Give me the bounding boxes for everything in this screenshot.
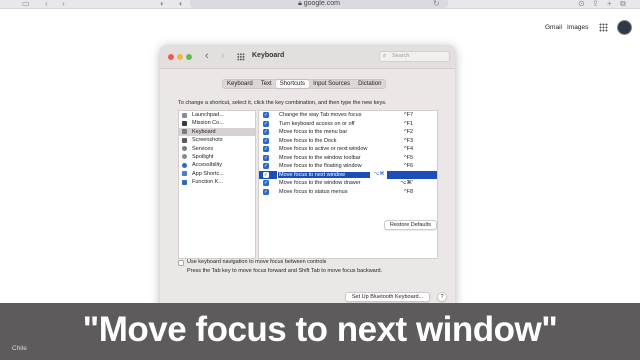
gear-icon bbox=[182, 146, 187, 152]
app-shortcuts-icon bbox=[182, 171, 187, 177]
checkbox-checked-icon[interactable]: ✓ bbox=[263, 163, 269, 170]
back-icon[interactable]: ‹ bbox=[45, 0, 48, 8]
shortcut-row[interactable]: ✓ Move focus to status menus ^F8 bbox=[259, 188, 437, 197]
checkbox-checked-icon[interactable]: ✓ bbox=[263, 154, 269, 161]
checkbox-checked-icon[interactable]: ✓ bbox=[263, 129, 269, 136]
accessibility-icon bbox=[182, 162, 187, 168]
checkbox-checked-icon[interactable]: ✓ bbox=[263, 188, 269, 195]
privacy-icon[interactable]: ◖ bbox=[178, 0, 183, 8]
tab-keyboard[interactable]: Keyboard bbox=[223, 80, 257, 88]
images-link[interactable]: Images bbox=[567, 24, 588, 31]
bluetooth-keyboard-button[interactable]: Set Up Bluetooth Keyboard... bbox=[345, 292, 430, 302]
forward-icon[interactable]: › bbox=[62, 0, 65, 8]
checkbox-checked-icon[interactable]: ✓ bbox=[263, 146, 269, 153]
window-titlebar: ‹ › Keyboard ⌕ Search bbox=[160, 45, 455, 69]
category-screenshots[interactable]: Screenshots bbox=[179, 136, 255, 144]
shortcut-row-selected[interactable]: ✓ Move focus to next window ⌥⌘ bbox=[259, 170, 437, 179]
shortcut-row[interactable]: ✓ Change the way Tab moves focus ^F7 bbox=[259, 111, 437, 120]
google-apps-icon[interactable] bbox=[599, 23, 608, 32]
category-app-shortcuts[interactable]: App Shortc... bbox=[179, 170, 255, 178]
shortcut-key-field[interactable]: ⌥⌘ bbox=[371, 171, 387, 179]
shortcuts-list: ✓ Change the way Tab moves focus ^F7 ✓ Turn… bbox=[258, 110, 438, 259]
help-button[interactable]: ? bbox=[437, 292, 447, 302]
share-icon[interactable]: ⇪ bbox=[592, 0, 599, 8]
checkbox-checked-icon[interactable]: ✓ bbox=[263, 171, 269, 178]
shortcut-row[interactable]: ✓ Move focus to the window toolbar ^F5 bbox=[259, 154, 437, 163]
spotlight-icon bbox=[182, 154, 187, 160]
tab-bar: Keyboard Text Shortcuts Input Sources Di… bbox=[222, 79, 387, 89]
reload-icon[interactable]: ↻ bbox=[433, 0, 440, 8]
keyboard-navigation-label: Use keyboard navigation to move focus be… bbox=[187, 259, 327, 265]
chevron-right-icon[interactable]: › bbox=[221, 50, 225, 62]
shortcut-row[interactable]: ✓ Turn keyboard access on or off ^F1 bbox=[259, 120, 437, 129]
function-keys-icon bbox=[182, 179, 187, 185]
shortcut-category-list: Launchpad... Mission Co... Keyboard Scre… bbox=[178, 110, 256, 259]
browser-toolbar: ▭ ‹ › ◐ ◖ 🔒︎ google.com ↻ ⊙ ⇪ + ⧉ bbox=[0, 0, 640, 9]
sidebar-icon[interactable]: ▭ bbox=[22, 0, 30, 8]
search-icon: ⌕ bbox=[383, 53, 387, 59]
shortcut-row[interactable]: ✓ Move focus to the floating window ^F6 bbox=[259, 162, 437, 171]
checkbox-checked-icon[interactable]: ✓ bbox=[263, 180, 269, 187]
category-keyboard[interactable]: Keyboard bbox=[179, 127, 255, 137]
new-tab-icon[interactable]: + bbox=[607, 0, 612, 8]
tab-text[interactable]: Text bbox=[257, 80, 276, 88]
category-launchpad[interactable]: Launchpad... bbox=[179, 111, 255, 119]
screenshot-icon bbox=[182, 137, 187, 143]
search-input[interactable]: ⌕ Search bbox=[379, 51, 450, 62]
download-icon[interactable]: ⊙ bbox=[578, 0, 585, 8]
tabs-overview-icon[interactable]: ⧉ bbox=[620, 0, 626, 8]
tab-input-sources[interactable]: Input Sources bbox=[309, 80, 354, 88]
url-text: google.com bbox=[303, 0, 340, 7]
avatar[interactable] bbox=[617, 20, 632, 35]
checkbox-checked-icon[interactable]: ✓ bbox=[263, 137, 269, 144]
gmail-link[interactable]: Gmail bbox=[545, 24, 562, 31]
tab-dictation[interactable]: Dictation bbox=[354, 80, 385, 88]
restore-defaults-button[interactable]: Restore Defaults bbox=[384, 220, 437, 230]
category-accessibility[interactable]: Accessibility bbox=[179, 161, 255, 169]
chevron-left-icon[interactable]: ‹ bbox=[205, 50, 209, 62]
minimize-icon[interactable] bbox=[177, 54, 183, 60]
keyboard-navigation-checkbox[interactable] bbox=[178, 260, 184, 266]
category-function-keys[interactable]: Function K... bbox=[179, 178, 255, 186]
shortcut-row[interactable]: ✓ Move focus to active or next window ^F4 bbox=[259, 145, 437, 154]
close-icon[interactable] bbox=[168, 54, 174, 60]
shortcut-row[interactable]: ✓ Move focus to the Dock ^F3 bbox=[259, 137, 437, 146]
category-services[interactable]: Services bbox=[179, 145, 255, 153]
shield-icon[interactable]: ◐ bbox=[160, 0, 165, 8]
search-placeholder: Search bbox=[392, 53, 410, 59]
footer-country: Chile bbox=[12, 345, 27, 352]
checkbox-checked-icon[interactable]: ✓ bbox=[263, 120, 269, 127]
launchpad-icon bbox=[182, 112, 187, 118]
shortcut-row[interactable]: ✓ Move focus to the menu bar ^F2 bbox=[259, 128, 437, 137]
keyboard-preferences-window: ‹ › Keyboard ⌕ Search Keyboard Text Shor… bbox=[160, 45, 455, 310]
caption-text: "Move focus to next window" bbox=[82, 310, 558, 349]
zoom-icon[interactable] bbox=[186, 54, 192, 60]
shortcut-row[interactable]: ✓ Move focus to the window drawer ⌥⌘' bbox=[259, 179, 437, 188]
category-mission-control[interactable]: Mission Co... bbox=[179, 119, 255, 127]
checkbox-checked-icon[interactable]: ✓ bbox=[263, 112, 269, 119]
window-title: Keyboard bbox=[252, 52, 285, 59]
category-spotlight[interactable]: Spotlight bbox=[179, 153, 255, 161]
show-all-grid-icon[interactable] bbox=[237, 53, 245, 61]
instructions-text: To change a shortcut, select it, click t… bbox=[178, 100, 387, 106]
mission-control-icon bbox=[182, 120, 187, 126]
keyboard-navigation-hint: Press the Tab key to move focus forward … bbox=[187, 268, 383, 274]
tab-shortcuts[interactable]: Shortcuts bbox=[275, 80, 310, 88]
url-field[interactable]: 🔒︎ google.com bbox=[190, 0, 448, 8]
keyboard-icon bbox=[182, 129, 187, 135]
